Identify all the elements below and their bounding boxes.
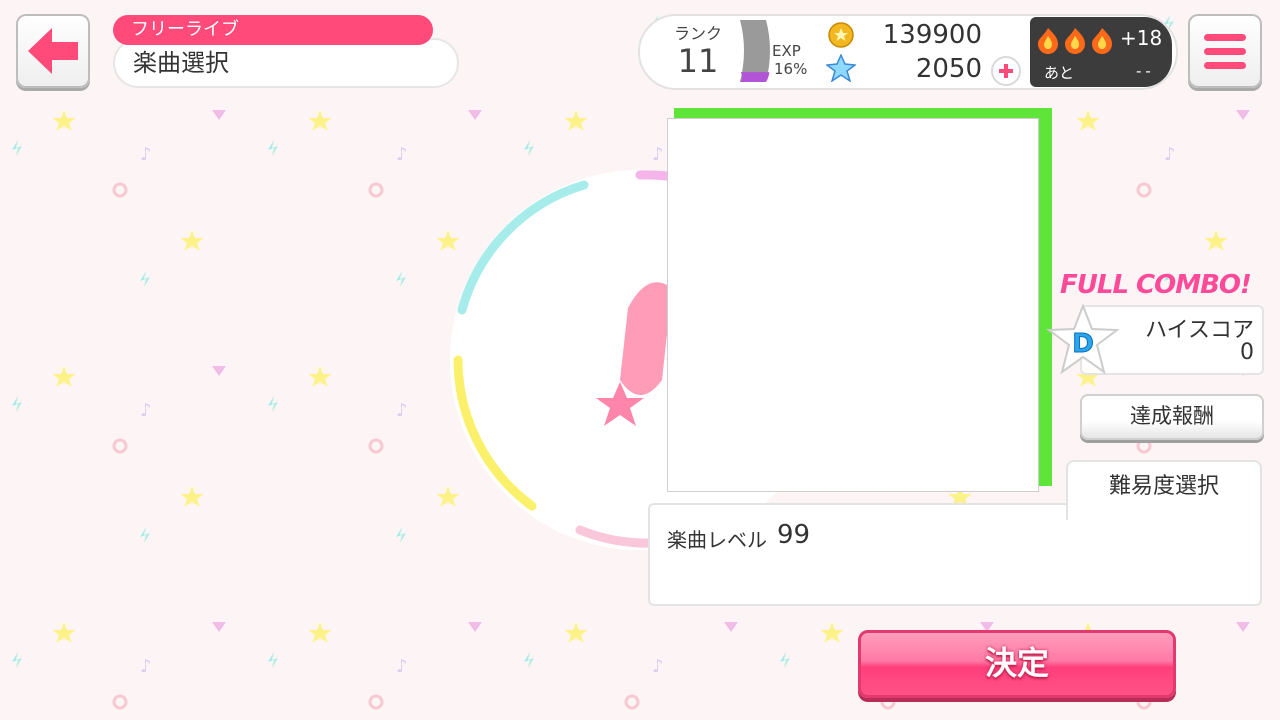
- difficulty-select-tab[interactable]: 難易度選択: [1066, 460, 1262, 520]
- stamina-count: +18: [1120, 26, 1163, 50]
- score-rank-badge: D: [1046, 304, 1120, 375]
- highscore-value: 0: [1240, 340, 1254, 365]
- star-count: 2050: [915, 54, 982, 84]
- hamburger-menu-icon: [1204, 34, 1246, 41]
- stamina-time: --: [1136, 62, 1155, 80]
- exp-gauge: [740, 20, 770, 82]
- stamina-label: あと: [1044, 64, 1075, 82]
- plus-icon[interactable]: [990, 55, 1022, 87]
- menu-button[interactable]: [1188, 14, 1262, 88]
- rank-value: 11: [677, 42, 719, 80]
- song-level-value: 99: [777, 520, 811, 550]
- fire-icon: [1038, 28, 1112, 54]
- achievement-reward-button[interactable]: 達成報酬: [1080, 394, 1264, 440]
- back-button[interactable]: [16, 14, 90, 88]
- song-jacket[interactable]: [667, 118, 1039, 492]
- screen-title: 楽曲選択: [113, 38, 459, 88]
- song-level-label: 楽曲レベル: [667, 528, 767, 552]
- exp-percent: 16%: [774, 60, 808, 78]
- decide-button[interactable]: 決定: [858, 630, 1176, 698]
- score-rank-letter: D: [1072, 329, 1094, 359]
- full-combo-label: FULL COMBO!: [1060, 270, 1252, 300]
- back-arrow-icon: [28, 28, 78, 74]
- rank-label: ランク: [673, 24, 722, 43]
- exp-label: EXP: [772, 42, 801, 60]
- coin-count: 139900: [882, 20, 982, 50]
- mode-tag: フリーライブ: [113, 15, 433, 45]
